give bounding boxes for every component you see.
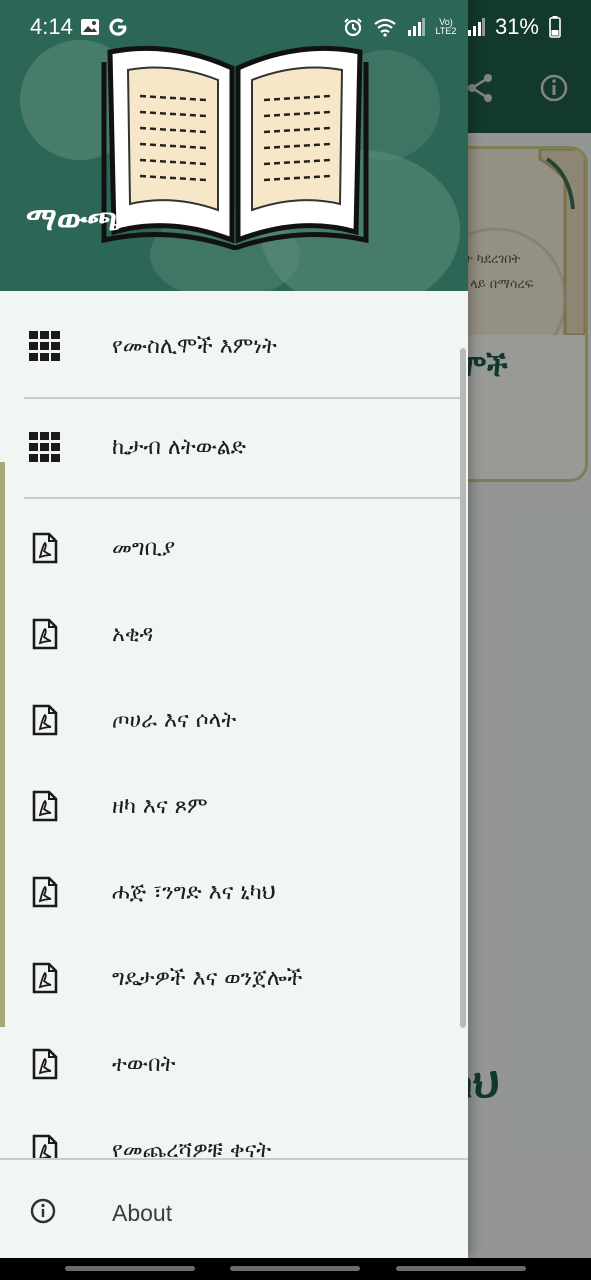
menu-item-label: ኪታብ ለትውልድ bbox=[112, 434, 247, 460]
menu-item-label: የመጨረሻዎቹ ቀናት bbox=[112, 1137, 272, 1159]
wifi-icon bbox=[374, 18, 396, 37]
pdf-icon bbox=[28, 1047, 62, 1081]
pdf-icon bbox=[28, 703, 62, 737]
status-time: 4:14 bbox=[30, 14, 73, 39]
drawer-footer: About bbox=[0, 1158, 468, 1258]
menu-item-chapter[interactable]: የመጨረሻዎቹ ቀናት bbox=[0, 1107, 468, 1158]
battery-percentage: 31% bbox=[494, 14, 539, 39]
menu-item-chapter[interactable]: ግዴታዎች እና ወንጀሎች bbox=[0, 935, 468, 1021]
pdf-icon bbox=[28, 531, 62, 565]
volte-label: Vo) LTE2 bbox=[435, 17, 457, 36]
pdf-icon bbox=[28, 789, 62, 823]
nav-home-pill[interactable] bbox=[230, 1266, 360, 1271]
menu-item-label: ዘካ እና ጾም bbox=[112, 793, 208, 819]
nav-recents-pill[interactable] bbox=[65, 1266, 195, 1271]
menu-item-category[interactable]: ኪታብ ለትውልድ bbox=[0, 404, 468, 490]
navigation-drawer: ማውጫ የሙስሊሞች እምነት ኪታብ ለትውልድ መግቢያ አቂዳ ጦሀራ እ… bbox=[0, 0, 468, 1258]
drawer-scrollbar[interactable] bbox=[460, 348, 466, 1028]
drawer-edge-indicator bbox=[0, 462, 5, 1027]
menu-item-chapter[interactable]: አቂዳ bbox=[0, 591, 468, 677]
menu-item-label: አቂዳ bbox=[112, 621, 154, 647]
menu-item-label: ሐጅ ፣ንግድ እና ኒካህ bbox=[112, 879, 276, 905]
menu-item-chapter[interactable]: መግቢያ bbox=[0, 505, 468, 591]
grid-icon bbox=[28, 430, 62, 464]
menu-divider bbox=[24, 497, 462, 499]
status-bar: 4:14 Vo) LTE2 31% bbox=[0, 0, 591, 56]
menu-item-label: ጦሀራ እና ሶላት bbox=[112, 707, 237, 733]
pdf-icon bbox=[28, 961, 62, 995]
system-icons: Vo) LTE2 31% bbox=[343, 14, 561, 40]
menu-divider bbox=[24, 397, 462, 399]
battery-icon bbox=[549, 16, 561, 38]
menu-item-chapter[interactable]: ሐጅ ፣ንግድ እና ኒካህ bbox=[0, 849, 468, 935]
menu-item-chapter[interactable]: ዘካ እና ጾም bbox=[0, 763, 468, 849]
menu-item-label: ተውበት bbox=[112, 1051, 176, 1077]
about-menu-item[interactable]: About bbox=[112, 1200, 172, 1227]
menu-item-category[interactable]: የሙስሊሞች እምነት bbox=[0, 303, 468, 389]
google-icon bbox=[109, 18, 127, 36]
alarm-icon bbox=[344, 18, 362, 37]
drawer-title: ማውጫ bbox=[26, 200, 121, 238]
menu-item-chapter[interactable]: ተውበት bbox=[0, 1021, 468, 1107]
menu-item-chapter[interactable]: ጦሀራ እና ሶላት bbox=[0, 677, 468, 763]
open-book-icon bbox=[101, 45, 369, 250]
menu-item-label: የሙስሊሞች እምነት bbox=[112, 333, 277, 359]
grid-icon bbox=[28, 329, 62, 363]
signal-icon bbox=[407, 18, 425, 36]
menu-item-label: መግቢያ bbox=[112, 535, 176, 561]
system-nav-bar bbox=[0, 1258, 591, 1280]
menu-item-label: ግዴታዎች እና ወንጀሎች bbox=[112, 965, 303, 991]
nav-back-pill[interactable] bbox=[396, 1266, 526, 1271]
info-icon bbox=[30, 1198, 56, 1224]
pdf-icon bbox=[28, 875, 62, 909]
drawer-menu: የሙስሊሞች እምነት ኪታብ ለትውልድ መግቢያ አቂዳ ጦሀራ እና ሶላ… bbox=[0, 291, 468, 1158]
notification-icons bbox=[80, 17, 128, 37]
gallery-icon bbox=[81, 19, 99, 35]
pdf-icon bbox=[28, 1133, 62, 1158]
signal-icon bbox=[467, 18, 485, 36]
pdf-icon bbox=[28, 617, 62, 651]
